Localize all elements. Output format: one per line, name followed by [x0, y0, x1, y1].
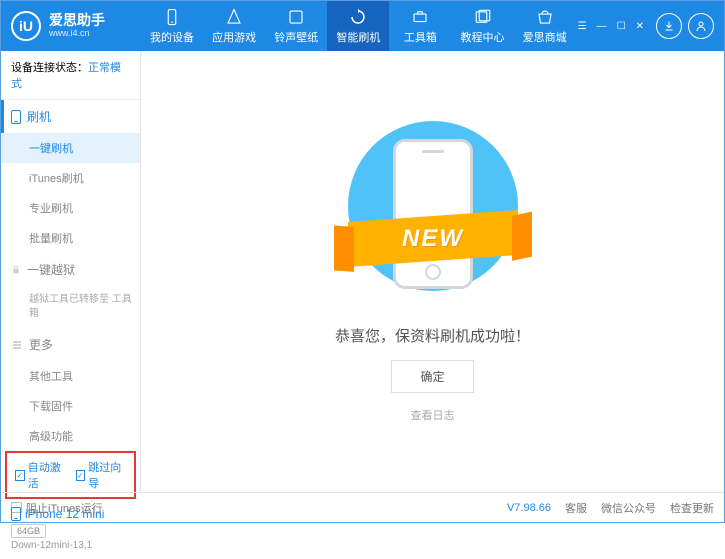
- minimize-icon[interactable]: —: [595, 19, 609, 34]
- check-icon: ✓: [15, 470, 25, 481]
- lock-icon: [11, 265, 21, 275]
- logo: iU 爱思助手 www.i4.cn: [11, 11, 141, 41]
- checkbox-auto-activate[interactable]: ✓ 自动激活: [15, 459, 66, 491]
- list-icon: [11, 339, 23, 351]
- user-icon: [695, 20, 707, 32]
- store-icon: [536, 8, 554, 26]
- menu-icon[interactable]: ☰: [576, 19, 589, 34]
- tab-label: 应用游戏: [212, 29, 256, 45]
- window-controls: ☰ — ☐ ✕: [576, 19, 646, 34]
- view-log-link[interactable]: 查看日志: [411, 407, 455, 423]
- storage-badge: 64GB: [11, 524, 46, 538]
- checkbox-label: 自动激活: [28, 459, 66, 491]
- tab-flash[interactable]: 智能刷机: [327, 1, 389, 51]
- logo-icon: iU: [11, 11, 41, 41]
- sidebar-item-download-fw[interactable]: 下载固件: [1, 391, 140, 421]
- app-name: 爱思助手: [49, 13, 105, 28]
- refresh-icon: [349, 8, 367, 26]
- wechat-link[interactable]: 微信公众号: [601, 500, 656, 516]
- kefu-link[interactable]: 客服: [565, 500, 587, 516]
- tab-label: 铃声壁纸: [274, 29, 318, 45]
- tab-label: 我的设备: [150, 29, 194, 45]
- tab-label: 工具箱: [404, 29, 437, 45]
- user-button[interactable]: [688, 13, 714, 39]
- section-label: 更多: [29, 336, 53, 353]
- tab-mydevice[interactable]: 我的设备: [141, 1, 203, 51]
- wallpaper-icon: [287, 8, 305, 26]
- connection-status: 设备连接状态：正常模式: [1, 51, 140, 100]
- maximize-icon[interactable]: ☐: [615, 19, 628, 34]
- tutorial-icon: [474, 8, 492, 26]
- app-url: www.i4.cn: [49, 29, 105, 39]
- main-content: NEW 恭喜您，保资料刷机成功啦！ 确定 查看日志: [141, 51, 724, 492]
- tab-tutorial[interactable]: 教程中心: [451, 1, 513, 51]
- download-button[interactable]: [656, 13, 682, 39]
- check-icon: ✓: [76, 470, 86, 481]
- sidebar-section-more[interactable]: 更多: [1, 328, 140, 361]
- checkbox-block-itunes[interactable]: 阻止iTunes运行: [11, 500, 103, 516]
- device-firmware: Down-12mini-13,1: [11, 540, 130, 551]
- section-label: 刷机: [27, 108, 51, 125]
- sidebar-item-batch[interactable]: 批量刷机: [1, 223, 140, 253]
- check-update-link[interactable]: 检查更新: [670, 500, 714, 516]
- confirm-button[interactable]: 确定: [391, 360, 473, 393]
- version-label[interactable]: V7.98.66: [507, 502, 551, 514]
- sidebar-item-oneclick[interactable]: 一键刷机: [1, 133, 140, 163]
- tab-apps[interactable]: 应用游戏: [203, 1, 265, 51]
- tab-label: 教程中心: [461, 29, 505, 45]
- phone-icon: [11, 110, 21, 124]
- apps-icon: [225, 8, 243, 26]
- sidebar-item-advanced[interactable]: 高级功能: [1, 421, 140, 451]
- sidebar-section-jailbreak[interactable]: 一键越狱: [1, 253, 140, 286]
- titlebar: iU 爱思助手 www.i4.cn 我的设备 应用游戏 铃声壁纸 智能刷机: [1, 1, 724, 51]
- success-illustration: NEW: [358, 121, 508, 311]
- sidebar: 设备连接状态：正常模式 刷机 一键刷机 iTunes刷机 专业刷机 批量刷机 一…: [1, 51, 141, 492]
- device-icon: [163, 8, 181, 26]
- sidebar-item-itunes[interactable]: iTunes刷机: [1, 163, 140, 193]
- jailbreak-note: 越狱工具已转移至 工具箱: [1, 286, 140, 328]
- sidebar-section-flash[interactable]: 刷机: [1, 100, 140, 133]
- success-message: 恭喜您，保资料刷机成功啦！: [335, 325, 530, 346]
- download-icon: [663, 20, 675, 32]
- sidebar-item-pro[interactable]: 专业刷机: [1, 193, 140, 223]
- tab-store[interactable]: 爱思商城: [514, 1, 576, 51]
- tab-label: 爱思商城: [523, 29, 567, 45]
- tab-label: 智能刷机: [336, 29, 380, 45]
- nav-tabs: 我的设备 应用游戏 铃声壁纸 智能刷机 工具箱 教程中心: [141, 1, 576, 51]
- toolbox-icon: [411, 8, 429, 26]
- statusbar: 阻止iTunes运行 V7.98.66 客服 微信公众号 检查更新: [1, 492, 724, 522]
- ribbon-text: NEW: [402, 224, 464, 252]
- close-icon[interactable]: ✕: [634, 19, 646, 34]
- app-window: iU 爱思助手 www.i4.cn 我的设备 应用游戏 铃声壁纸 智能刷机: [0, 0, 725, 523]
- checkbox-label: 阻止iTunes运行: [26, 500, 103, 516]
- tab-toolbox[interactable]: 工具箱: [389, 1, 451, 51]
- status-label: 设备连接状态：: [11, 62, 88, 74]
- section-label: 一键越狱: [27, 261, 75, 278]
- phone-icon: [11, 507, 21, 521]
- sidebar-item-othertools[interactable]: 其他工具: [1, 361, 140, 391]
- tab-ringtone[interactable]: 铃声壁纸: [265, 1, 327, 51]
- checkbox-label: 跳过向导: [88, 459, 126, 491]
- checkbox-skip-guide[interactable]: ✓ 跳过向导: [76, 459, 127, 491]
